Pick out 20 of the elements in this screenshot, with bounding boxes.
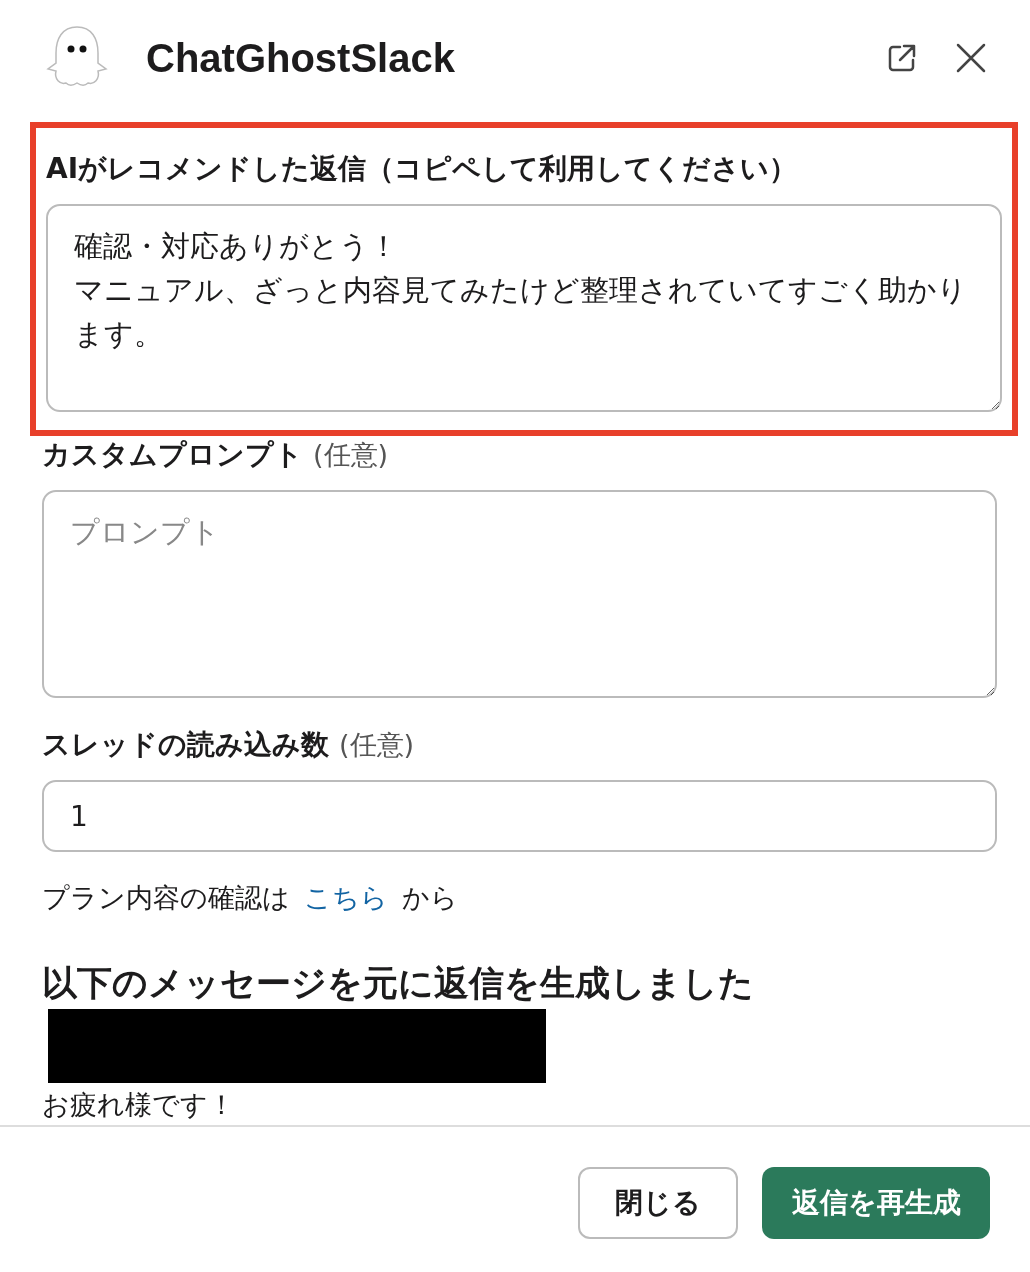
section-heading: 以下のメッセージを元に返信を生成しました — [42, 962, 755, 1005]
message-text: お疲れ様です！ — [42, 1088, 236, 1122]
optional-label: (任意) — [339, 728, 415, 762]
reply-line: 確認・対応ありがとう！ — [74, 228, 399, 265]
plan-note-text: から — [402, 881, 458, 915]
thread-count-field[interactable]: 1 — [42, 780, 997, 852]
external-link-icon[interactable] — [886, 42, 918, 74]
optional-label: (任意) — [313, 438, 389, 472]
field-label: AIがレコメンドした返信（コピペして利用してください） — [46, 151, 799, 187]
field-label: スレッドの読み込み数 — [42, 727, 329, 763]
reply-line: マニュアル、ざっと内容見てみたけど整理されていてすごく助かります。 — [74, 272, 968, 353]
prompt-textarea[interactable]: プロンプト — [42, 490, 997, 698]
close-icon[interactable] — [956, 43, 986, 73]
reply-textarea[interactable]: 確認・対応ありがとう！ マニュアル、ざっと内容見てみたけど整理されていてすごく助かります。 — [46, 204, 1002, 412]
app-title: ChatGhostSlack — [146, 35, 455, 81]
close-button[interactable]: 閉じる — [578, 1167, 738, 1239]
regenerate-button[interactable]: 返信を再生成 — [762, 1167, 990, 1239]
field-label: カスタムプロンプト — [42, 437, 303, 473]
plan-link[interactable]: こちら — [304, 880, 388, 916]
plan-note-text: プラン内容の確認は — [42, 881, 290, 915]
